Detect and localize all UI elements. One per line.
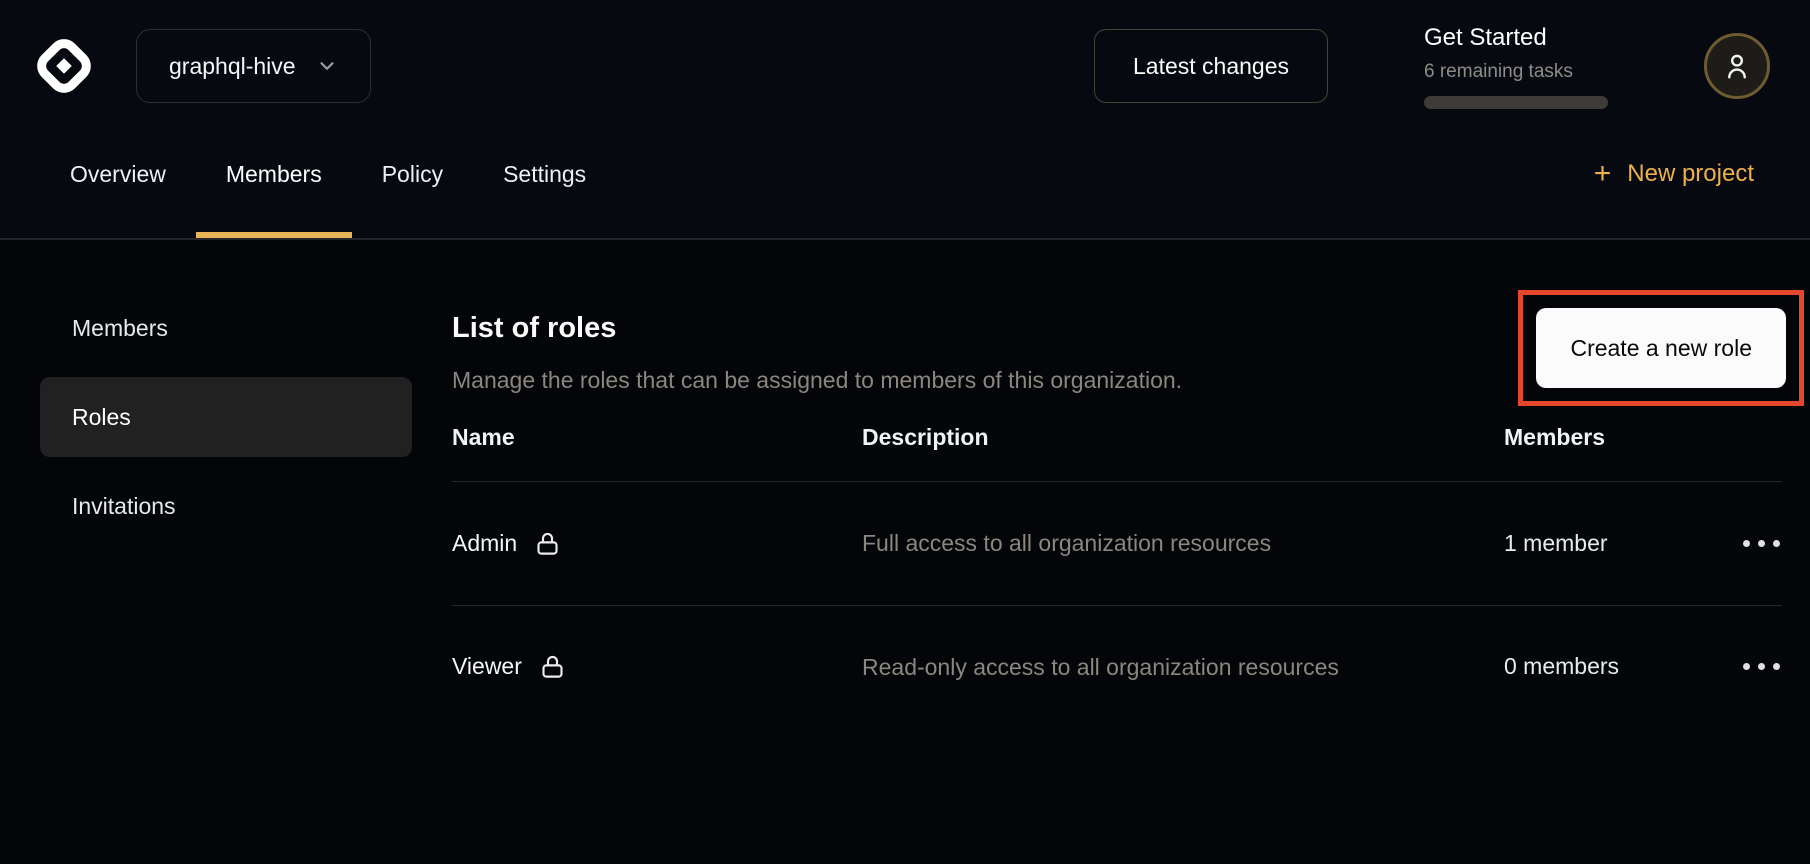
sidebar-item-label: Members bbox=[72, 315, 168, 342]
roles-titles: List of roles Manage the roles that can … bbox=[452, 288, 1182, 394]
role-name: Admin bbox=[452, 530, 517, 557]
ellipsis-menu-button[interactable] bbox=[1741, 530, 1782, 557]
page-subtitle: Manage the roles that can be assigned to… bbox=[452, 367, 1182, 394]
role-members-count: 1 member bbox=[1504, 530, 1608, 556]
latest-changes-button[interactable]: Latest changes bbox=[1094, 29, 1328, 103]
ellipsis-dot bbox=[1773, 540, 1780, 547]
sidebar-item[interactable]: Invitations bbox=[40, 466, 412, 546]
tab-item[interactable]: Members bbox=[196, 110, 352, 238]
get-started-subtitle: 6 remaining tasks bbox=[1424, 61, 1610, 83]
new-project-link[interactable]: + New project bbox=[1594, 110, 1754, 238]
tab-item[interactable]: Overview bbox=[40, 110, 196, 238]
role-name-cell: Admin bbox=[452, 530, 862, 557]
column-header-description: Description bbox=[862, 424, 1504, 451]
tab-label: Members bbox=[226, 161, 322, 188]
tab-label: Policy bbox=[382, 161, 443, 188]
user-avatar-button[interactable] bbox=[1704, 33, 1770, 99]
role-name: Viewer bbox=[452, 653, 522, 680]
tab-label: Settings bbox=[503, 161, 586, 188]
hive-logo-icon bbox=[32, 34, 96, 98]
role-description: Full access to all organization resource… bbox=[862, 526, 1342, 561]
roles-table: Name Description Members Admin bbox=[452, 418, 1782, 728]
roles-panel-header: List of roles Manage the roles that can … bbox=[452, 288, 1782, 406]
get-started-widget[interactable]: Get Started 6 remaining tasks bbox=[1424, 24, 1610, 109]
sidebar-item-label: Invitations bbox=[72, 493, 176, 520]
page-title: List of roles bbox=[452, 312, 1182, 345]
org-name: graphql-hive bbox=[169, 53, 296, 80]
roles-panel: List of roles Manage the roles that can … bbox=[452, 288, 1782, 862]
role-description-cell: Full access to all organization resource… bbox=[862, 526, 1504, 561]
role-description-cell: Read-only access to all organization res… bbox=[862, 650, 1504, 685]
tab-item[interactable]: Policy bbox=[352, 110, 473, 238]
get-started-progress-track bbox=[1424, 96, 1608, 109]
top-section: graphql-hive Latest changes Get Started … bbox=[0, 0, 1810, 240]
ellipsis-dot bbox=[1743, 540, 1750, 547]
ellipsis-menu-button[interactable] bbox=[1741, 653, 1782, 680]
annotation-highlight-box: Create a new role bbox=[1518, 290, 1804, 406]
ellipsis-dot bbox=[1773, 663, 1780, 670]
org-selector[interactable]: graphql-hive bbox=[136, 29, 371, 103]
ellipsis-dot bbox=[1758, 540, 1765, 547]
column-header-name: Name bbox=[452, 424, 862, 451]
role-members-count: 0 members bbox=[1504, 653, 1619, 679]
org-tab-bar: Overview Members Policy Settings + New pr… bbox=[0, 110, 1810, 240]
role-description: Read-only access to all organization res… bbox=[862, 650, 1342, 685]
lock-icon bbox=[534, 530, 561, 557]
role-members-cell: 1 member bbox=[1504, 530, 1716, 557]
lock-icon bbox=[539, 653, 566, 680]
role-members-cell: 0 members bbox=[1504, 653, 1716, 680]
plus-icon: + bbox=[1594, 159, 1612, 189]
ellipsis-dot bbox=[1758, 663, 1765, 670]
get-started-title: Get Started bbox=[1424, 24, 1610, 52]
app-header: graphql-hive Latest changes Get Started … bbox=[0, 0, 1810, 110]
table-row: Viewer Read-only access to all organizat… bbox=[452, 606, 1782, 729]
role-actions-cell bbox=[1716, 530, 1782, 557]
column-header-members: Members bbox=[1504, 424, 1716, 451]
table-row: Admin Full access to all organization re… bbox=[452, 482, 1782, 606]
tab-item[interactable]: Settings bbox=[473, 110, 616, 238]
roles-table-body: Admin Full access to all organization re… bbox=[452, 482, 1782, 728]
sidebar-item-label: Roles bbox=[72, 404, 131, 431]
tab-label: Overview bbox=[70, 161, 166, 188]
create-new-role-button[interactable]: Create a new role bbox=[1536, 308, 1786, 388]
ellipsis-dot bbox=[1743, 663, 1750, 670]
chevron-down-icon bbox=[316, 55, 338, 77]
members-side-nav: Members Roles Invitations bbox=[40, 288, 412, 862]
role-name-cell: Viewer bbox=[452, 653, 862, 680]
sidebar-item[interactable]: Members bbox=[40, 288, 412, 368]
new-project-label: New project bbox=[1627, 160, 1754, 188]
page-content: Members Roles Invitations List of roles … bbox=[0, 240, 1810, 862]
sidebar-item[interactable]: Roles bbox=[40, 377, 412, 457]
roles-table-header: Name Description Members bbox=[452, 418, 1782, 482]
user-icon bbox=[1721, 50, 1753, 82]
role-actions-cell bbox=[1716, 653, 1782, 680]
